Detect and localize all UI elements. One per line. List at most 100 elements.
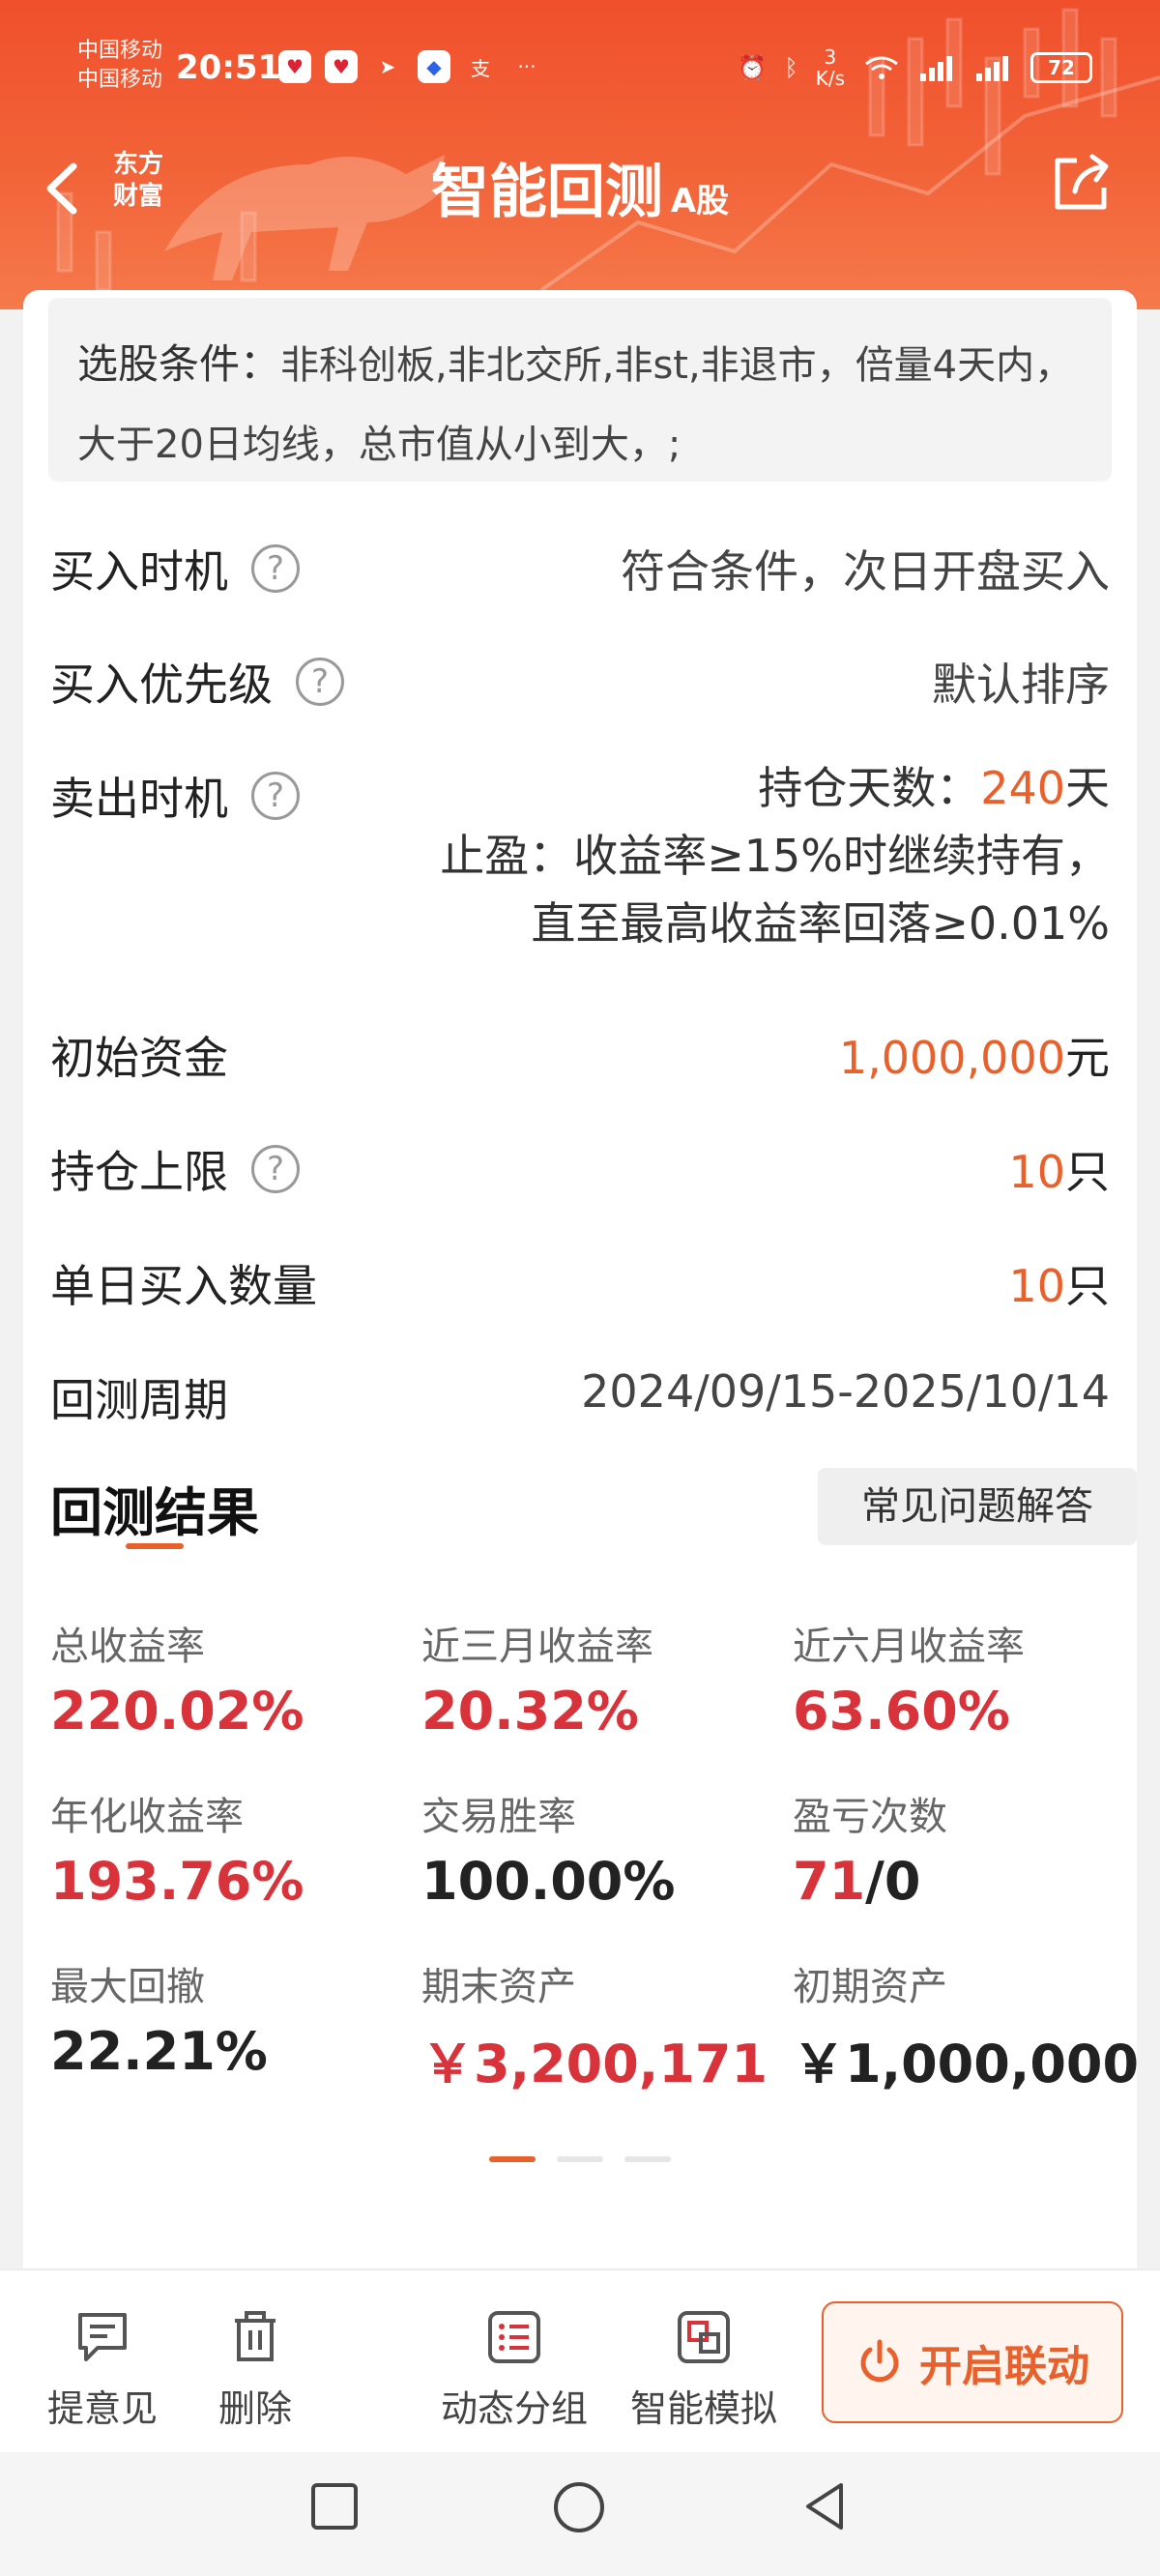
page-dot[interactable] <box>624 2156 671 2162</box>
delete-label: 删除 <box>218 2387 292 2430</box>
system-status-icons: ⏰ ᛒ 3 K/s 72 <box>738 46 1092 89</box>
enable-link-label: 开启联动 <box>919 2342 1089 2391</box>
position-limit-value: 10 <box>1008 1146 1065 1198</box>
page-dot-active[interactable] <box>489 2156 536 2162</box>
metric-label: 年化收益率 <box>50 1795 244 1839</box>
help-icon[interactable]: ? <box>251 1145 300 1193</box>
notification-icons: ♥ ♥ ➤ ◆ 支 ··· <box>278 50 543 83</box>
metric-label: 期末资产 <box>421 1965 576 2009</box>
metric-label: 近六月收益率 <box>793 1625 1025 1669</box>
metric-label: 交易胜率 <box>421 1795 576 1839</box>
page-indicator <box>23 2156 1137 2162</box>
back-nav-icon[interactable] <box>798 2479 853 2533</box>
alarm-icon: ⏰ <box>738 54 768 81</box>
metric-win-loss-count: 盈亏次数 71/0 <box>793 1785 1150 1912</box>
daily-buy-count-row: 单日买入数量 10只 <box>50 1251 1110 1319</box>
battery-indicator: 72 <box>1030 52 1092 83</box>
backtest-card: 选股条件：非科创板,非北交所,非st,非退市，倍量4天内，大于20日均线，总市值… <box>23 290 1139 2272</box>
sell-timing-value: 持仓天数：240天 止盈：收益率≥15%时继续持有， 直至最高收益率回落≥0.0… <box>440 754 1110 957</box>
hold-days-value: 240 <box>980 762 1065 814</box>
metric-value: ￥3,200,171 <box>421 2034 768 2094</box>
metric-max-drawdown: 最大回撤 22.21% <box>50 1955 408 2082</box>
alipay-icon: 支 <box>471 56 490 80</box>
metric-label: 近三月收益率 <box>421 1625 653 1669</box>
signal-icon <box>976 56 1008 81</box>
buy-priority-label: 买入优先级 <box>50 659 273 711</box>
signal-icon <box>920 56 952 81</box>
system-navigation-bar <box>0 2452 1160 2576</box>
metric-label: 初期资产 <box>793 1965 947 2009</box>
help-icon[interactable]: ? <box>296 658 344 706</box>
metric-label: 总收益率 <box>50 1625 205 1669</box>
metric-final-assets: 期末资产 ￥3,200,171 <box>421 1955 779 2097</box>
help-icon[interactable]: ? <box>251 772 300 820</box>
status-time: 20:51 <box>176 48 281 87</box>
metric-initial-assets: 初期资产 ￥1,000,000 <box>793 1955 1150 2097</box>
page-title: 智能回测 A股 <box>0 145 1160 229</box>
position-limit-row: 持仓上限? 10只 <box>50 1137 1110 1205</box>
buy-timing-label: 买入时机 <box>50 545 228 598</box>
app-notification-icon: ♥ <box>325 50 358 83</box>
daily-buy-count-value: 10 <box>1008 1260 1065 1312</box>
status-bar: 中国移动 中国移动 20:51 ♥ ♥ ➤ ◆ 支 ··· ⏰ ᛒ 3 K/s … <box>0 0 1160 135</box>
metric-value: 20.32% <box>421 1681 639 1742</box>
page-title-text: 智能回测 <box>430 159 663 226</box>
page-title-suffix: A股 <box>670 182 730 220</box>
feedback-label: 提意见 <box>46 2387 158 2430</box>
metric-6m-return: 近六月收益率 63.60% <box>793 1615 1150 1742</box>
backtest-period-value: 2024/09/15-2025/10/14 <box>581 1365 1110 1418</box>
help-icon[interactable]: ? <box>251 544 300 593</box>
initial-capital-row: 初始资金 1,000,000元 <box>50 1023 1110 1091</box>
dynamic-group-label: 动态分组 <box>440 2387 588 2430</box>
header: 中国移动 中国移动 20:51 ♥ ♥ ➤ ◆ 支 ··· ⏰ ᛒ 3 K/s … <box>0 0 1160 309</box>
metric-value: 193.76% <box>50 1851 304 1912</box>
metric-value: 71/0 <box>793 1851 921 1912</box>
sell-timing-label: 卖出时机 <box>50 773 228 825</box>
sell-timing-row: 卖出时机? 持仓天数：240天 止盈：收益率≥15%时继续持有， 直至最高收益率… <box>50 762 1110 977</box>
buy-timing-row: 买入时机? 符合条件，次日开盘买入 <box>50 537 1110 604</box>
carrier-2: 中国移动 <box>77 68 163 92</box>
power-icon <box>860 2339 899 2383</box>
bluetooth-icon: ᛒ <box>784 54 798 81</box>
home-icon[interactable] <box>551 2479 607 2535</box>
backtest-period-row: 回测周期 2024/09/15-2025/10/14 <box>50 1365 1110 1433</box>
metric-value: 100.00% <box>421 1851 676 1912</box>
enable-link-button[interactable]: 开启联动 <box>822 2301 1123 2423</box>
dynamic-group-button[interactable]: 动态分组 <box>437 2309 592 2432</box>
recent-apps-icon[interactable] <box>307 2479 362 2533</box>
smart-simulation-label: 智能模拟 <box>629 2387 777 2430</box>
take-profit-line: 止盈：收益率≥15%时继续持有， <box>440 830 1110 882</box>
buy-priority-value: 默认排序 <box>932 659 1110 711</box>
shield-icon: ◆ <box>418 50 450 83</box>
feedback-button[interactable]: 提意见 <box>44 2309 160 2432</box>
nav-bar: 东方 财富 智能回测 A股 <box>0 135 1160 242</box>
results-title-underline <box>126 1543 184 1549</box>
initial-capital-label: 初始资金 <box>50 1032 228 1084</box>
buy-priority-row: 买入优先级? 默认排序 <box>50 650 1110 717</box>
faq-button[interactable]: 常见问题解答 <box>818 1468 1137 1545</box>
list-icon <box>488 2311 540 2363</box>
backtest-period-label: 回测周期 <box>50 1374 228 1426</box>
initial-capital-value: 1,000,000 <box>838 1032 1065 1084</box>
simulation-icon <box>678 2311 730 2363</box>
trash-icon <box>235 2311 276 2361</box>
metric-label: 最大回撤 <box>50 1965 205 2009</box>
stock-conditions: 选股条件：非科创板,非北交所,非st,非退市，倍量4天内，大于20日均线，总市值… <box>48 298 1112 482</box>
drawdown-line: 直至最高收益率回落≥0.01% <box>531 897 1110 950</box>
carrier-info: 中国移动 中国移动 <box>77 37 162 95</box>
more-icon: ··· <box>517 55 536 78</box>
app-notification-icon: ♥ <box>278 50 311 83</box>
page-dot[interactable] <box>557 2156 603 2162</box>
delete-button[interactable]: 删除 <box>207 2309 304 2432</box>
net-speed: 3 K/s <box>815 45 845 90</box>
metric-value: 22.21% <box>50 2021 268 2082</box>
send-icon: ➤ <box>379 55 396 78</box>
wifi-icon <box>865 56 898 79</box>
metric-value: ￥1,000,000 <box>793 2034 1140 2094</box>
share-icon[interactable] <box>1048 149 1116 217</box>
smart-simulation-button[interactable]: 智能模拟 <box>626 2309 781 2432</box>
metric-value: 220.02% <box>50 1681 304 1742</box>
metric-annual-return: 年化收益率 193.76% <box>50 1785 408 1912</box>
metric-value: 63.60% <box>793 1681 1010 1742</box>
metric-win-rate: 交易胜率 100.00% <box>421 1785 779 1912</box>
